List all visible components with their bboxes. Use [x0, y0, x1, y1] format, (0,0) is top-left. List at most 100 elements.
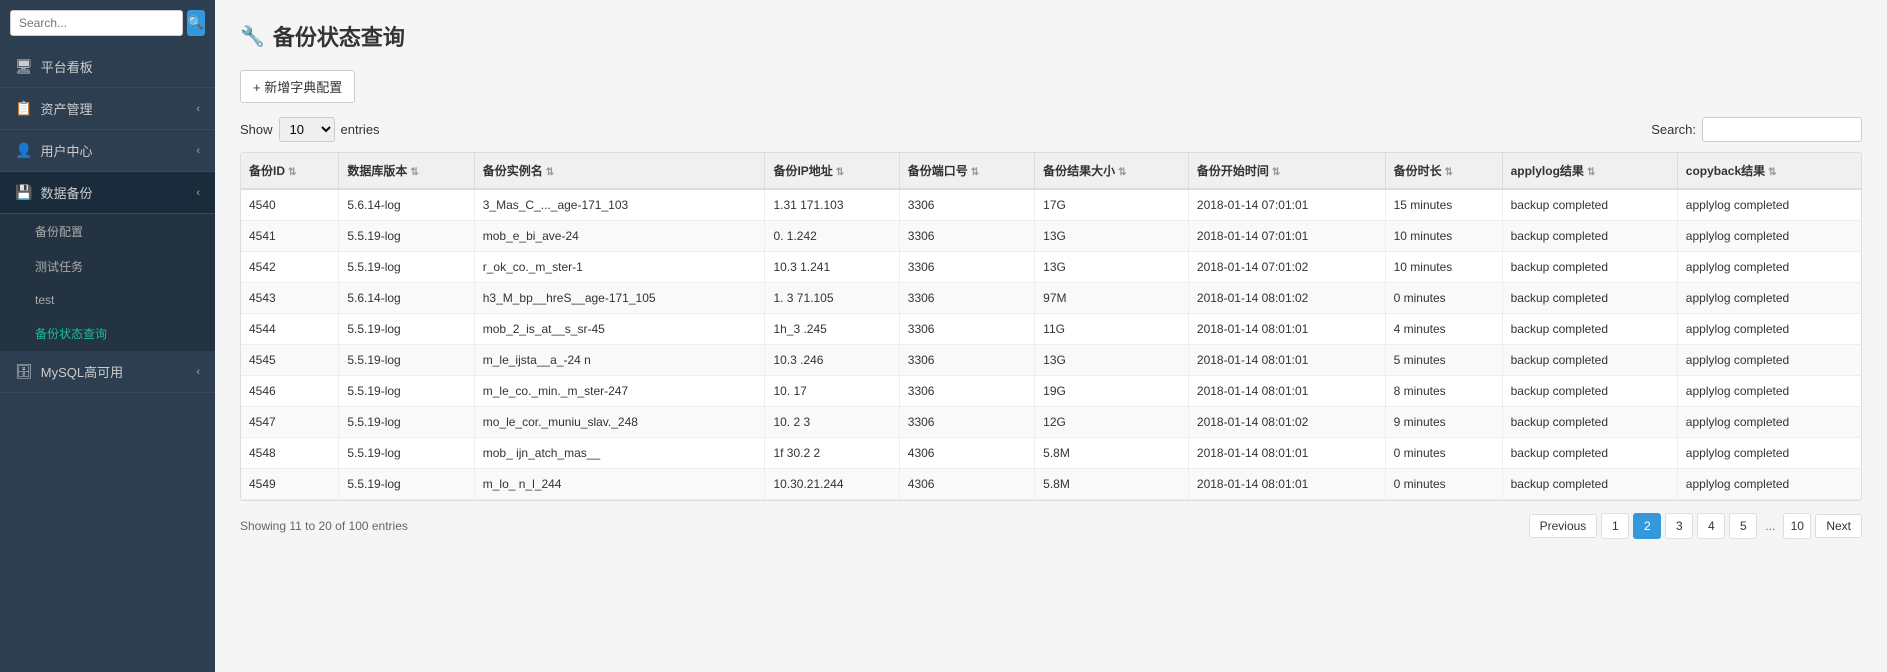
table-row: 45485.5.19-logmob_ ijn_atch_mas__1f 30.2…: [241, 438, 1861, 469]
sidebar-item-mysql-ha[interactable]: 🗄 MySQL高可用 ‹: [0, 351, 215, 393]
sidebar-search-area: 🔍: [0, 0, 215, 46]
col-header-duration[interactable]: 备份时长⇅: [1385, 153, 1502, 189]
search-label: Search:: [1651, 122, 1696, 137]
sidebar-item-test[interactable]: test: [0, 284, 215, 316]
page-2[interactable]: 2: [1633, 513, 1661, 539]
col-header-port[interactable]: 备份端口号⇅: [899, 153, 1034, 189]
table-row: 45495.5.19-logm_lo_ n_l_24410.30.21.2444…: [241, 469, 1861, 500]
table-row: 45425.5.19-logr_ok_co._m_ster-110.3 1.24…: [241, 252, 1861, 283]
cell-port: 4306: [899, 469, 1034, 500]
page-title-text: 备份状态查询: [273, 20, 405, 52]
cell-port: 4306: [899, 438, 1034, 469]
cell-duration: 0 minutes: [1385, 283, 1502, 314]
cell-copyback: applylog completed: [1677, 469, 1861, 500]
sidebar-item-assets[interactable]: 📋 资产管理 ‹: [0, 88, 215, 130]
sidebar-label-platform: 平台看板: [41, 57, 93, 76]
col-header-start-time[interactable]: 备份开始时间⇅: [1188, 153, 1385, 189]
page-3[interactable]: 3: [1665, 513, 1693, 539]
cell-copyback: applylog completed: [1677, 438, 1861, 469]
cell-start_time: 2018-01-14 07:01:01: [1188, 189, 1385, 221]
sort-arrows-copyback: ⇅: [1768, 167, 1776, 178]
sort-arrows-db: ⇅: [410, 167, 418, 178]
sidebar-item-backup-status[interactable]: 备份状态查询: [0, 316, 215, 351]
sidebar-item-users[interactable]: 👤 用户中心 ‹: [0, 130, 215, 172]
cell-applylog: backup completed: [1502, 221, 1677, 252]
cell-applylog: backup completed: [1502, 407, 1677, 438]
prev-button[interactable]: Previous: [1529, 514, 1598, 538]
sidebar-item-platform[interactable]: 🖥 平台看板: [0, 46, 215, 88]
users-icon: 👤: [15, 142, 32, 159]
show-label: Show: [240, 122, 273, 137]
sidebar-label-users: 用户中心: [40, 141, 92, 160]
page-1[interactable]: 1: [1601, 513, 1629, 539]
cell-instance_name: mo_le_cor._muniu_slav._248: [474, 407, 765, 438]
sidebar-item-test-task[interactable]: 测试任务: [0, 249, 215, 284]
next-button[interactable]: Next: [1815, 514, 1862, 538]
sidebar-label-assets: 资产管理: [40, 99, 92, 118]
table-controls: Show 10 25 50 100 entries Search:: [240, 117, 1862, 142]
cell-duration: 4 minutes: [1385, 314, 1502, 345]
assets-icon: 📋: [15, 100, 32, 117]
data-table: 备份ID⇅ 数据库版本⇅ 备份实例名⇅ 备份IP地址⇅ 备份端口号⇅ 备份结果大…: [241, 153, 1861, 500]
table-row: 45445.5.19-logmob_2_is_at__s_sr-451h_3 .…: [241, 314, 1861, 345]
cell-copyback: applylog completed: [1677, 221, 1861, 252]
cell-instance_name: h3_M_bp__hreS__age-171_105: [474, 283, 765, 314]
data-table-wrapper: 备份ID⇅ 数据库版本⇅ 备份实例名⇅ 备份IP地址⇅ 备份端口号⇅ 备份结果大…: [240, 152, 1862, 501]
cell-ip: 10. 17: [765, 376, 899, 407]
cell-port: 3306: [899, 221, 1034, 252]
page-5[interactable]: 5: [1729, 513, 1757, 539]
sidebar-item-backup[interactable]: 💾 数据备份 ‹: [0, 172, 215, 214]
show-count-select[interactable]: 10 25 50 100: [279, 117, 335, 142]
cell-ip: 10.30.21.244: [765, 469, 899, 500]
sidebar-item-backup-config[interactable]: 备份配置: [0, 214, 215, 249]
backup-submenu: 备份配置 测试任务 test 备份状态查询: [0, 214, 215, 351]
cell-port: 3306: [899, 252, 1034, 283]
sidebar-label-mysql: MySQL高可用: [41, 362, 123, 381]
col-header-instance[interactable]: 备份实例名⇅: [474, 153, 765, 189]
col-header-applylog[interactable]: applylog结果⇅: [1502, 153, 1677, 189]
search-button[interactable]: 🔍: [187, 10, 205, 36]
page-4[interactable]: 4: [1697, 513, 1725, 539]
cell-db_version: 5.5.19-log: [339, 314, 474, 345]
cell-port: 3306: [899, 283, 1034, 314]
col-header-db-version[interactable]: 数据库版本⇅: [339, 153, 474, 189]
sort-arrows-instance: ⇅: [546, 167, 554, 178]
col-header-id[interactable]: 备份ID⇅: [241, 153, 339, 189]
table-footer: Showing 11 to 20 of 100 entries Previous…: [240, 513, 1862, 539]
sort-arrows-start: ⇅: [1272, 167, 1280, 178]
col-header-size[interactable]: 备份结果大小⇅: [1035, 153, 1189, 189]
cell-db_version: 5.5.19-log: [339, 469, 474, 500]
table-row: 45435.6.14-logh3_M_bp__hreS__age-171_105…: [241, 283, 1861, 314]
col-header-ip[interactable]: 备份IP地址⇅: [765, 153, 899, 189]
page-title-icon: 🔧: [240, 24, 265, 49]
cell-size: 12G: [1035, 407, 1189, 438]
cell-ip: 1. 3 71.105: [765, 283, 899, 314]
col-header-copyback[interactable]: copyback结果⇅: [1677, 153, 1861, 189]
table-row: 45455.5.19-logm_le_ijsta__a_-24 n10.3 .2…: [241, 345, 1861, 376]
cell-applylog: backup completed: [1502, 283, 1677, 314]
cell-id: 4547: [241, 407, 339, 438]
cell-applylog: backup completed: [1502, 376, 1677, 407]
search-input[interactable]: [10, 10, 183, 36]
cell-port: 3306: [899, 314, 1034, 345]
table-search-input[interactable]: [1702, 117, 1862, 142]
cell-applylog: backup completed: [1502, 438, 1677, 469]
cell-db_version: 5.5.19-log: [339, 376, 474, 407]
cell-copyback: applylog completed: [1677, 189, 1861, 221]
cell-duration: 5 minutes: [1385, 345, 1502, 376]
sort-arrows-ip: ⇅: [836, 167, 844, 178]
cell-size: 13G: [1035, 221, 1189, 252]
page-ellipsis: ...: [1761, 519, 1779, 533]
page-10[interactable]: 10: [1783, 513, 1811, 539]
cell-duration: 10 minutes: [1385, 252, 1502, 283]
sidebar-label-backup: 数据备份: [40, 183, 92, 202]
cell-duration: 9 minutes: [1385, 407, 1502, 438]
cell-start_time: 2018-01-14 08:01:01: [1188, 314, 1385, 345]
cell-duration: 0 minutes: [1385, 438, 1502, 469]
cell-duration: 8 minutes: [1385, 376, 1502, 407]
cell-copyback: applylog completed: [1677, 252, 1861, 283]
add-dict-button[interactable]: + 新增字典配置: [240, 70, 355, 103]
pagination: Previous 1 2 3 4 5 ... 10 Next: [1529, 513, 1862, 539]
mysql-arrow-icon: ‹: [196, 366, 200, 378]
platform-icon: 🖥: [15, 58, 33, 75]
